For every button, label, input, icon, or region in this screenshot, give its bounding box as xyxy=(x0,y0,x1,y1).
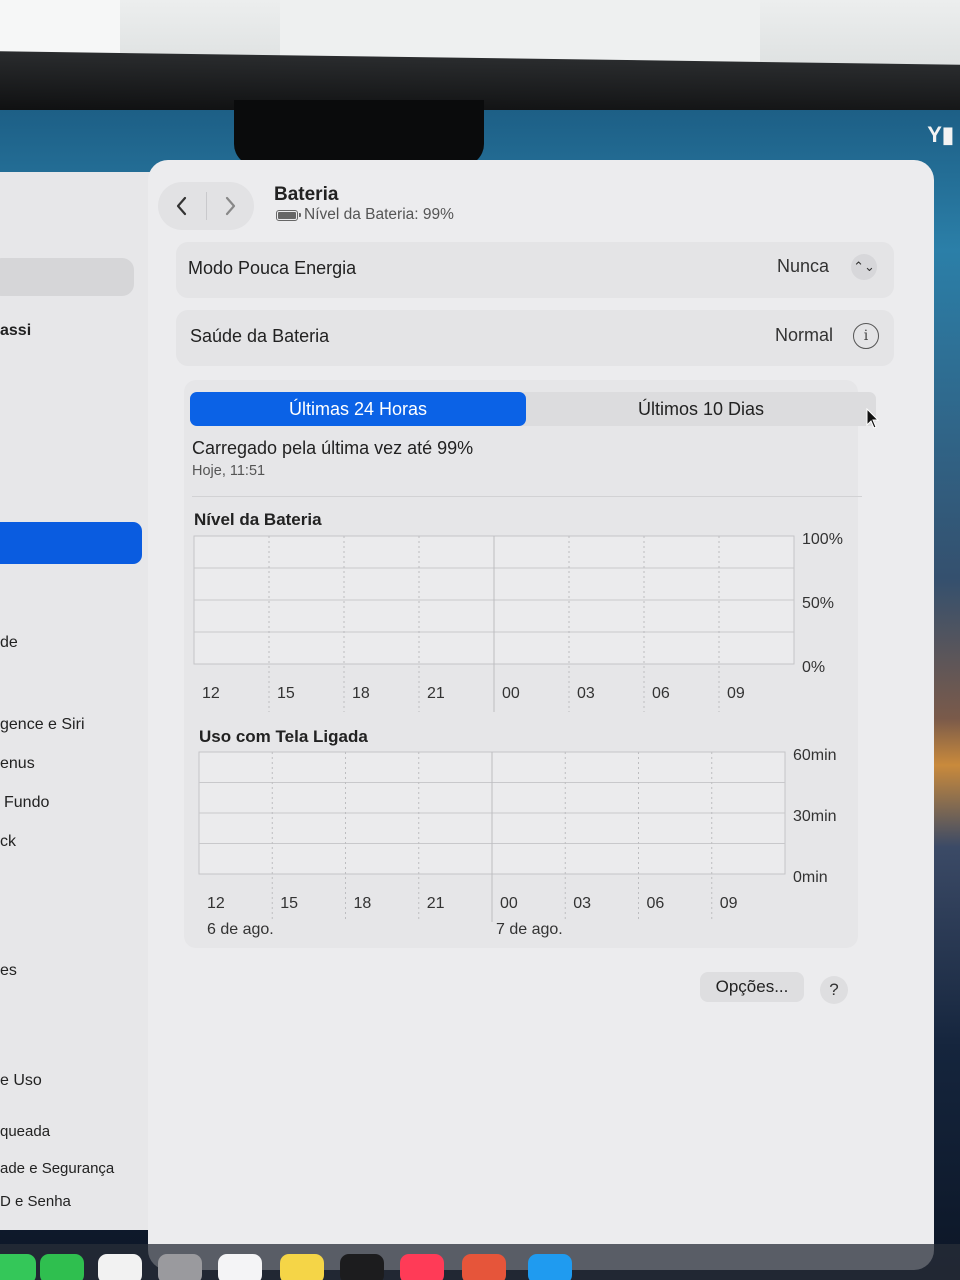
notes-icon[interactable] xyxy=(280,1254,324,1280)
tab-last-10-days[interactable]: Últimos 10 Dias xyxy=(526,392,876,426)
battery-health-row: Saúde da Bateria Normal i xyxy=(176,310,894,366)
calendar-icon[interactable] xyxy=(98,1254,142,1280)
y-tick-label: 50% xyxy=(802,595,834,612)
sidebar-item[interactable]: es xyxy=(0,962,17,980)
low-power-label: Modo Pouca Energia xyxy=(188,258,357,278)
sidebar-item[interactable]: ade e Segurança xyxy=(0,1160,114,1177)
x-tick-label: 12 xyxy=(207,895,225,912)
sidebar-item[interactable]: Fundo xyxy=(4,794,49,812)
sidebar-item[interactable]: D e Senha xyxy=(0,1193,71,1210)
sidebar-search-field[interactable] xyxy=(0,258,134,296)
x-tick-label: 00 xyxy=(500,895,518,912)
battery-level-subtitle: Nível da Bateria: 99% xyxy=(276,206,454,224)
x-tick-label: 12 xyxy=(202,685,220,702)
page-title: Bateria xyxy=(274,184,339,205)
last-charge-time: Hoje, 11:51 xyxy=(192,463,266,479)
x-tick-label: 09 xyxy=(727,685,745,702)
camera-notch xyxy=(234,100,484,166)
x-tick-label: 15 xyxy=(277,685,295,702)
x-tick-label: 06 xyxy=(647,895,665,912)
y-tick-label: 100% xyxy=(802,531,843,548)
sidebar-item[interactable]: e Uso xyxy=(0,1072,42,1090)
info-icon[interactable]: i xyxy=(853,323,879,349)
help-button[interactable]: ? xyxy=(820,976,848,1004)
terminal-icon[interactable] xyxy=(340,1254,384,1280)
low-power-row: Modo Pouca Energia Nunca ⌃⌄ xyxy=(176,242,894,298)
date-label: 7 de ago. xyxy=(496,921,563,938)
sidebar-item[interactable]: gence e Siri xyxy=(0,716,85,734)
forward-button[interactable] xyxy=(206,182,254,230)
chevron-right-icon xyxy=(226,196,236,216)
x-tick-label: 03 xyxy=(577,685,595,702)
battery-icon xyxy=(276,209,301,221)
phone-icon[interactable] xyxy=(40,1254,84,1280)
battery-health-label: Saúde da Bateria xyxy=(190,326,330,346)
date-label: 6 de ago. xyxy=(207,921,274,938)
battery-level-chart-title: Nível da Bateria xyxy=(194,510,322,529)
battery-health-value: Normal xyxy=(775,325,834,345)
sidebar-item[interactable]: assi xyxy=(0,322,31,340)
battery-level-chart: 12 15 18 21 00 03 06 09 100% 50% 0% xyxy=(193,531,843,712)
x-tick-label: 09 xyxy=(720,895,738,912)
menubar-icon: Y▮ xyxy=(927,122,954,147)
navigation-controls xyxy=(158,182,254,230)
screen-usage-chart: 12 15 18 21 00 03 06 09 60min 30min 0min 6 de ago. 7… xyxy=(198,747,837,938)
last-charge-text: Carregado pela última vez até 99% xyxy=(192,438,474,458)
low-power-value[interactable]: Nunca xyxy=(777,256,829,277)
y-tick-label: 0min xyxy=(793,869,828,886)
options-button[interactable]: Opções... xyxy=(700,972,804,1002)
screen-usage-chart-title: Uso com Tela Ligada xyxy=(199,727,368,746)
sidebar-item[interactable]: de xyxy=(0,634,18,652)
x-tick-label: 18 xyxy=(352,685,370,702)
settings-gear-icon[interactable] xyxy=(158,1254,202,1280)
usage-panel: Últimas 24 Horas Últimos 10 Dias Carrega… xyxy=(184,380,876,948)
reminders-icon[interactable] xyxy=(218,1254,262,1280)
x-tick-label: 15 xyxy=(280,895,298,912)
x-tick-label: 00 xyxy=(502,685,520,702)
music-icon[interactable] xyxy=(400,1254,444,1280)
y-tick-label: 0% xyxy=(802,659,825,676)
x-tick-label: 21 xyxy=(427,685,445,702)
mouse-pointer-icon xyxy=(866,408,880,429)
battery-settings-window: Bateria Nível da Bateria: 99% Modo Pouca… xyxy=(148,160,934,1270)
up-down-chevron-icon[interactable]: ⌃⌄ xyxy=(851,254,877,280)
time-range-segmented-control: Últimas 24 Horas Últimos 10 Dias xyxy=(190,392,876,426)
sidebar-item[interactable]: enus xyxy=(0,755,35,773)
x-tick-label: 06 xyxy=(652,685,670,702)
x-tick-label: 18 xyxy=(354,895,372,912)
dock-app-icon[interactable] xyxy=(0,1254,36,1280)
y-tick-label: 30min xyxy=(793,808,837,825)
sidebar-item[interactable]: queada xyxy=(0,1123,50,1140)
x-tick-label: 21 xyxy=(427,895,445,912)
dock-app-icon[interactable] xyxy=(528,1254,572,1280)
y-tick-label: 60min xyxy=(793,747,837,764)
sidebar-item-selected[interactable] xyxy=(0,522,142,564)
sidebar-item[interactable]: ck xyxy=(0,833,16,851)
chevron-left-icon xyxy=(176,196,186,216)
back-button[interactable] xyxy=(158,182,206,230)
divider xyxy=(192,496,862,497)
battery-level-text: Nível da Bateria: 99% xyxy=(304,206,454,223)
tab-last-24-hours[interactable]: Últimas 24 Horas xyxy=(190,392,526,426)
x-tick-label: 03 xyxy=(573,895,591,912)
dock-app-icon[interactable] xyxy=(462,1254,506,1280)
